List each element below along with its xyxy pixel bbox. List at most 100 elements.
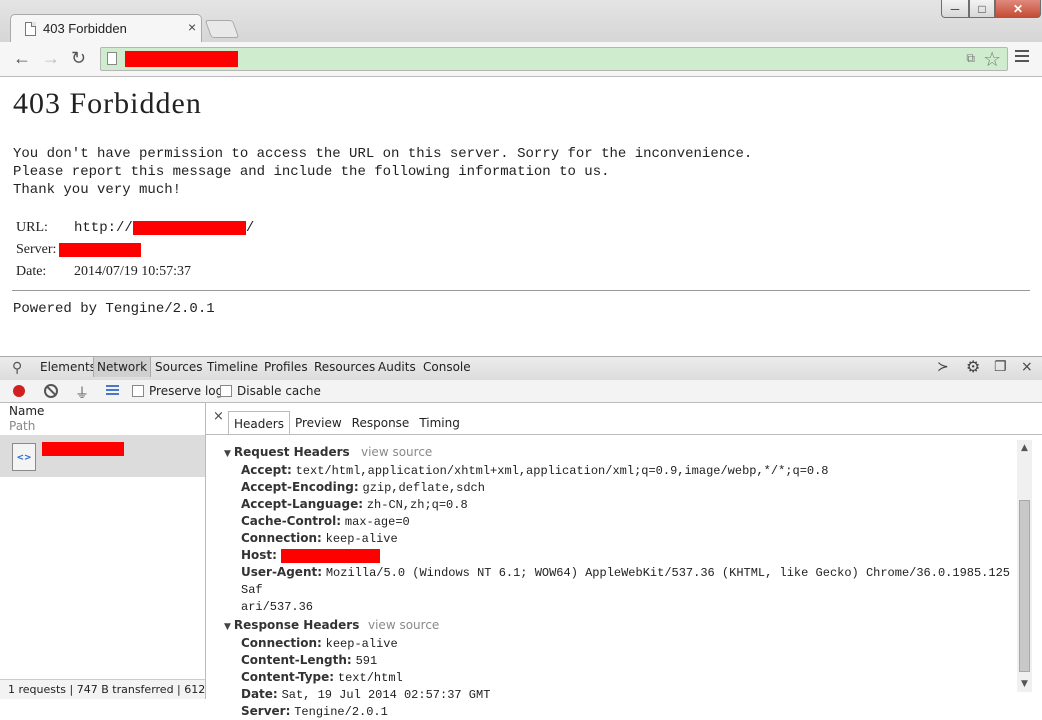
header-value: Sat, 19 Jul 2014 02:57:37 GMT <box>281 688 491 702</box>
chrome-menu-icon[interactable] <box>1015 50 1029 65</box>
headers-panel: ▼ Request Headers view source Accept: tex… <box>224 443 1014 720</box>
header-value: text/html,application/xhtml+xml,applicat… <box>295 464 829 478</box>
tab-timeline[interactable]: Timeline <box>207 360 258 374</box>
response-view-source-link[interactable]: view source <box>368 617 439 633</box>
gear-icon[interactable]: ⚙ <box>966 357 980 376</box>
request-row[interactable]: <> <box>0 435 205 477</box>
drawer-toggle-icon[interactable]: ≻ <box>937 359 949 375</box>
request-name-redaction <box>42 442 124 456</box>
tab-resources[interactable]: Resources <box>314 360 375 374</box>
column-name-header[interactable]: Name <box>9 404 44 418</box>
record-icon[interactable] <box>13 385 25 397</box>
column-path-header: Path <box>9 419 36 433</box>
html-document-icon: <> <box>12 443 36 471</box>
powered-by: Powered by Tengine/2.0.1 <box>13 301 215 317</box>
page-title: 403 Forbidden <box>13 87 202 120</box>
header-row: Content-Length: 591 <box>224 652 1014 669</box>
tab-elements[interactable]: Elements <box>40 360 96 374</box>
close-window-button[interactable]: ✕ <box>995 0 1041 18</box>
request-details: × Headers Preview Response Timing ▼ Reque… <box>206 403 1042 719</box>
translate-icon[interactable]: ⧉ <box>966 51 975 66</box>
server-redaction <box>59 242 142 257</box>
tab-audits[interactable]: Audits <box>378 360 416 374</box>
header-value: Mozilla/5.0 (Windows NT 6.1; WOW64) Appl… <box>241 566 1010 597</box>
header-row: Server: Tengine/2.0.1 <box>224 703 1014 720</box>
tab-close-icon[interactable]: × <box>188 19 196 35</box>
header-row: Connection: keep-alive <box>224 530 1014 547</box>
scrollbar-thumb[interactable] <box>1019 500 1030 672</box>
tab-title: 403 Forbidden <box>43 21 127 36</box>
header-key: Accept-Encoding: <box>241 480 359 494</box>
clear-icon[interactable] <box>44 384 58 398</box>
header-key: Server: <box>241 704 291 718</box>
header-row: Accept-Encoding: gzip,deflate,sdch <box>224 479 1014 496</box>
header-key: Connection: <box>241 636 322 650</box>
request-headers-title: Request Headers <box>233 445 350 459</box>
date-label: Date: <box>16 264 47 279</box>
host-redaction <box>280 548 380 563</box>
close-details-icon[interactable]: × <box>213 409 224 424</box>
tab-response[interactable]: Response <box>347 411 415 433</box>
dock-icon[interactable]: ❐ <box>994 359 1007 375</box>
header-value: text/html <box>337 671 403 685</box>
address-bar[interactable]: ⧉ ☆ <box>100 47 1008 71</box>
close-devtools-icon[interactable]: × <box>1021 359 1033 375</box>
tab-sources[interactable]: Sources <box>155 360 202 374</box>
request-headers-list: Accept: text/html,application/xhtml+xml,… <box>224 462 1014 615</box>
disable-cache-box[interactable] <box>220 385 232 397</box>
response-headers-list: Connection: keep-alive Content-Length: 59… <box>224 635 1014 720</box>
date-value: 2014/07/19 10:57:37 <box>74 264 192 279</box>
header-row: Content-Type: text/html <box>224 669 1014 686</box>
large-rows-icon[interactable] <box>106 385 119 397</box>
tab-network[interactable]: Network <box>93 357 152 377</box>
browser-toolbar: ← → ↻ ⧉ ☆ <box>0 42 1042 77</box>
disable-cache-checkbox[interactable]: Disable cache <box>220 384 321 398</box>
info-date-row: Date: 2014/07/19 10:57:37 <box>16 261 254 283</box>
reload-icon[interactable]: ↻ <box>71 48 86 68</box>
network-toolbar: ⏚ Preserve log Disable cache <box>0 380 1042 403</box>
header-key: Connection: <box>241 531 322 545</box>
url-prefix: http:// <box>74 220 133 236</box>
header-key: Content-Type: <box>241 670 335 684</box>
header-key: User-Agent: <box>241 565 323 579</box>
tab-timing[interactable]: Timing <box>414 411 465 433</box>
inspect-search-icon[interactable]: ⚲ <box>12 360 22 376</box>
response-headers-section[interactable]: ▼ Response Headers view source <box>224 617 1014 635</box>
forward-arrow-icon[interactable]: → <box>42 48 60 68</box>
scroll-down-icon[interactable]: ▼ <box>1021 679 1028 689</box>
preserve-log-checkbox[interactable]: Preserve log <box>132 384 223 398</box>
preserve-log-box[interactable] <box>132 385 144 397</box>
tab-preview[interactable]: Preview <box>290 411 347 433</box>
details-tabs: Headers Preview Response Timing <box>228 411 465 435</box>
url-host-redaction <box>132 220 246 235</box>
header-row: Accept-Language: zh-CN,zh;q=0.8 <box>224 496 1014 513</box>
header-value: max-age=0 <box>344 515 410 529</box>
url-redaction <box>125 51 238 67</box>
page-content: 403 Forbidden You don't have permission … <box>0 77 1042 357</box>
filter-icon[interactable]: ⏚ <box>75 383 89 403</box>
back-arrow-icon[interactable]: ← <box>13 48 31 68</box>
request-info: URL: http:// / Server: Date: 2014/07/19 10:… <box>16 217 254 283</box>
minimize-button[interactable]: ─ <box>941 0 969 18</box>
header-value: 591 <box>355 654 378 668</box>
server-label: Server: <box>16 242 57 257</box>
new-tab-button[interactable] <box>204 20 240 38</box>
maximize-button[interactable]: □ <box>969 0 995 18</box>
info-url-row: URL: http:// / <box>16 217 254 239</box>
browser-tab[interactable]: 403 Forbidden × <box>10 14 202 43</box>
tab-headers[interactable]: Headers <box>228 411 290 435</box>
request-view-source-link[interactable]: view source <box>361 444 432 460</box>
tab-console[interactable]: Console <box>423 360 471 374</box>
details-scrollbar[interactable]: ▲ ▼ <box>1017 440 1032 692</box>
bookmark-star-icon[interactable]: ☆ <box>983 47 1001 72</box>
collapse-triangle-icon[interactable]: ▼ <box>224 449 231 459</box>
preserve-log-label: Preserve log <box>149 384 224 398</box>
scroll-up-icon[interactable]: ▲ <box>1021 443 1028 453</box>
header-row: Date: Sat, 19 Jul 2014 02:57:37 GMT <box>224 686 1014 703</box>
message-line: Thank you very much! <box>13 182 182 198</box>
tab-profiles[interactable]: Profiles <box>264 360 308 374</box>
request-headers-section[interactable]: ▼ Request Headers view source <box>224 444 1014 462</box>
title-bar: 403 Forbidden × ─ □ ✕ <box>0 0 1042 43</box>
header-key: Accept-Language: <box>241 497 364 511</box>
collapse-triangle-icon[interactable]: ▼ <box>224 622 231 632</box>
